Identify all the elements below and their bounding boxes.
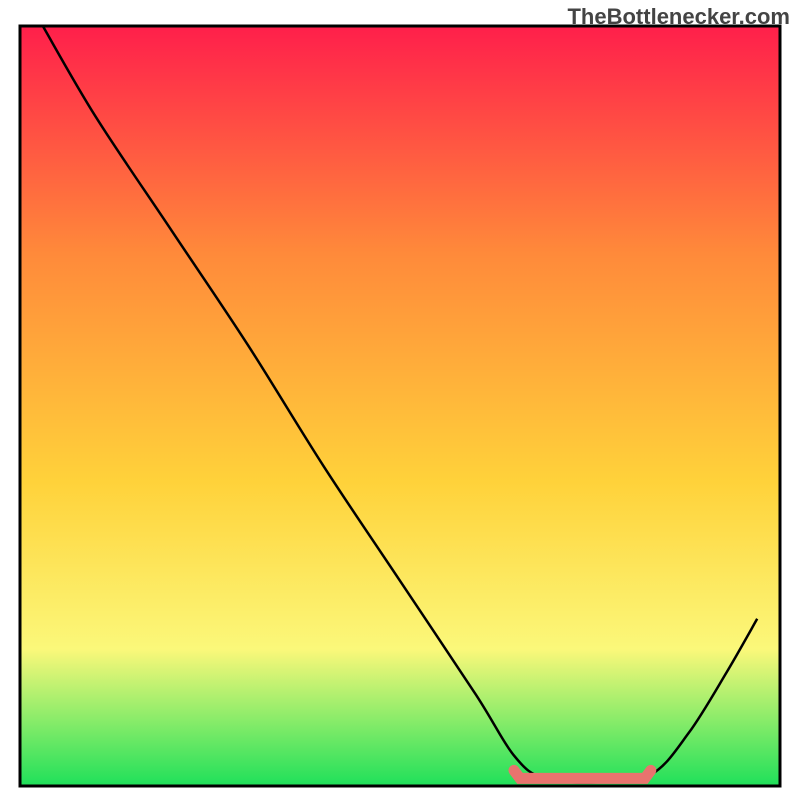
watermark-text: TheBottlenecker.com [567, 4, 790, 30]
bottleneck-chart [0, 0, 800, 800]
chart-container: TheBottlenecker.com [0, 0, 800, 800]
plot-background [20, 26, 780, 786]
